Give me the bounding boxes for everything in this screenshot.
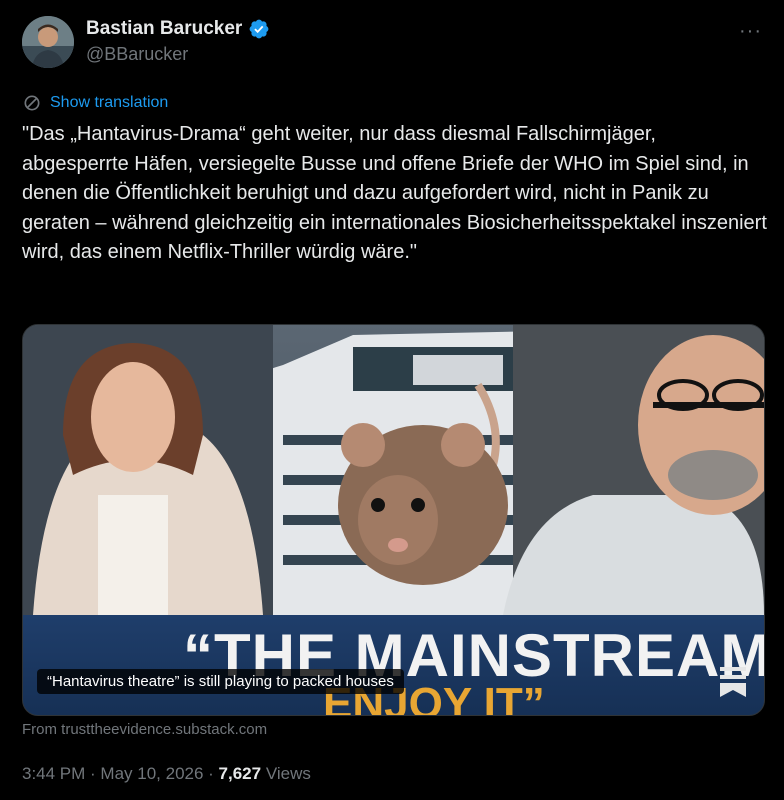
timestamp-date[interactable]: May 10, 2026 xyxy=(100,764,203,783)
tweet-text: "Das „Hantavirus-Drama“ geht weiter, nur… xyxy=(22,123,767,263)
media-caption: “Hantavirus theatre” is still playing to… xyxy=(37,669,404,694)
translate-icon xyxy=(24,95,40,111)
tweet-meta: 3:44 PM · May 10, 2026 · 7,627 Views xyxy=(22,764,311,784)
views-label: Views xyxy=(261,764,311,783)
verified-badge-icon xyxy=(249,19,269,39)
card-source[interactable]: From trusttheevidence.substack.com xyxy=(22,721,267,738)
meta-separator: · xyxy=(85,764,101,783)
show-translation-label: Show translation xyxy=(50,94,169,111)
views-count: 7,627 xyxy=(218,764,262,783)
author-handle[interactable]: @BBarucker xyxy=(86,44,270,65)
avatar[interactable] xyxy=(22,16,74,68)
tweet-header: Bastian Barucker @BBarucker ··· xyxy=(22,16,762,72)
show-translation-link[interactable]: Show translation xyxy=(22,93,168,113)
more-horizontal-icon[interactable]: ··· xyxy=(739,20,762,43)
meta-separator-2: · xyxy=(203,764,219,783)
timestamp-time[interactable]: 3:44 PM xyxy=(22,764,85,783)
author-name[interactable]: Bastian Barucker xyxy=(86,18,242,40)
substack-logo-icon xyxy=(720,667,746,697)
media-card[interactable]: “THE MAINSTREAM ENJOY IT” “Hantavirus th… xyxy=(22,324,765,716)
